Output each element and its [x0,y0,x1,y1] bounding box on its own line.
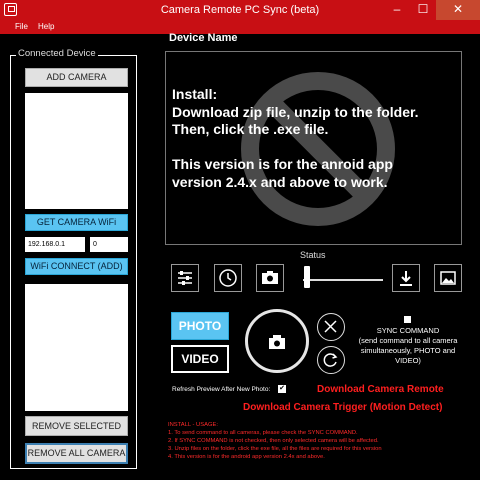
settings-sliders-button[interactable] [171,264,199,292]
device-name-label: Device Name [169,32,238,44]
download-camera-remote-link[interactable]: Download Camera Remote [317,384,444,395]
timer-button[interactable] [214,264,242,292]
port-field[interactable]: 0 [90,237,128,252]
device-list[interactable] [25,93,128,209]
camera-icon [269,335,285,349]
install-instructions: Install: Download zip file, unzip to the… [172,86,419,190]
cancel-button[interactable] [317,313,345,341]
refresh-icon [323,353,338,367]
install-usage-line: 1. To send command to all cameras, pleas… [168,430,358,436]
gallery-button[interactable] [434,264,462,292]
menu-file[interactable]: File [15,22,28,31]
status-label: Status [300,250,326,260]
minimize-button[interactable]: – [384,0,410,20]
install-usage-line: 2. If SYNC COMMAND is not checked, then … [168,438,379,444]
shutter-button[interactable] [245,309,309,373]
sync-command-label: SYNC COMMAND (send command to all camera… [358,326,458,365]
install-usage-line: INSTALL - USAGE: [168,422,218,428]
sync-command-checkbox[interactable] [404,316,411,323]
title-bar: Camera Remote PC Sync (beta) – ☐ ✕ [0,0,480,20]
wifi-connect-button[interactable]: WiFi CONNECT (ADD) [25,258,128,275]
download-button[interactable] [392,264,420,292]
install-usage-line: 3. Unzip files on the folder, click the … [168,446,382,452]
status-slider-track[interactable] [303,279,383,281]
install-usage-notes: INSTALL - USAGE: 1. To send command to a… [168,421,382,461]
download-icon [400,271,412,286]
remove-selected-button[interactable]: REMOVE SELECTED [25,416,128,436]
connected-device-label: Connected Device [16,48,98,59]
camera-switch-icon [262,271,278,284]
close-button[interactable]: ✕ [436,0,480,20]
remove-all-camera-button[interactable]: REMOVE ALL CAMERA [25,443,128,464]
maximize-button[interactable]: ☐ [410,0,436,20]
download-camera-trigger-link[interactable]: Download Camera Trigger (Motion Detect) [243,402,442,413]
camera-preview: Install: Download zip file, unzip to the… [165,51,462,245]
close-x-icon [324,320,337,333]
clock-icon [219,269,237,287]
get-camera-wifi-button[interactable]: GET CAMERA WiFi [25,214,128,231]
refresh-preview-label: Refresh Preview After New Photo: [172,386,271,393]
menu-bar: File Help [0,20,480,34]
sliders-icon [178,271,192,285]
status-slider-handle[interactable] [304,266,311,288]
refresh-preview-checkbox[interactable]: ✔ [278,385,286,393]
wifi-device-list[interactable] [25,284,128,411]
install-usage-line: 4. This version is for the android app v… [168,454,325,460]
switch-camera-button[interactable] [256,264,284,292]
image-icon [440,271,456,285]
add-camera-button[interactable]: ADD CAMERA [25,68,128,87]
menu-help[interactable]: Help [38,22,54,31]
photo-mode-button[interactable]: PHOTO [171,312,229,340]
refresh-button[interactable] [317,346,345,374]
video-mode-button[interactable]: VIDEO [171,345,229,373]
ip-address-field[interactable]: 192.168.0.1 [25,237,85,252]
